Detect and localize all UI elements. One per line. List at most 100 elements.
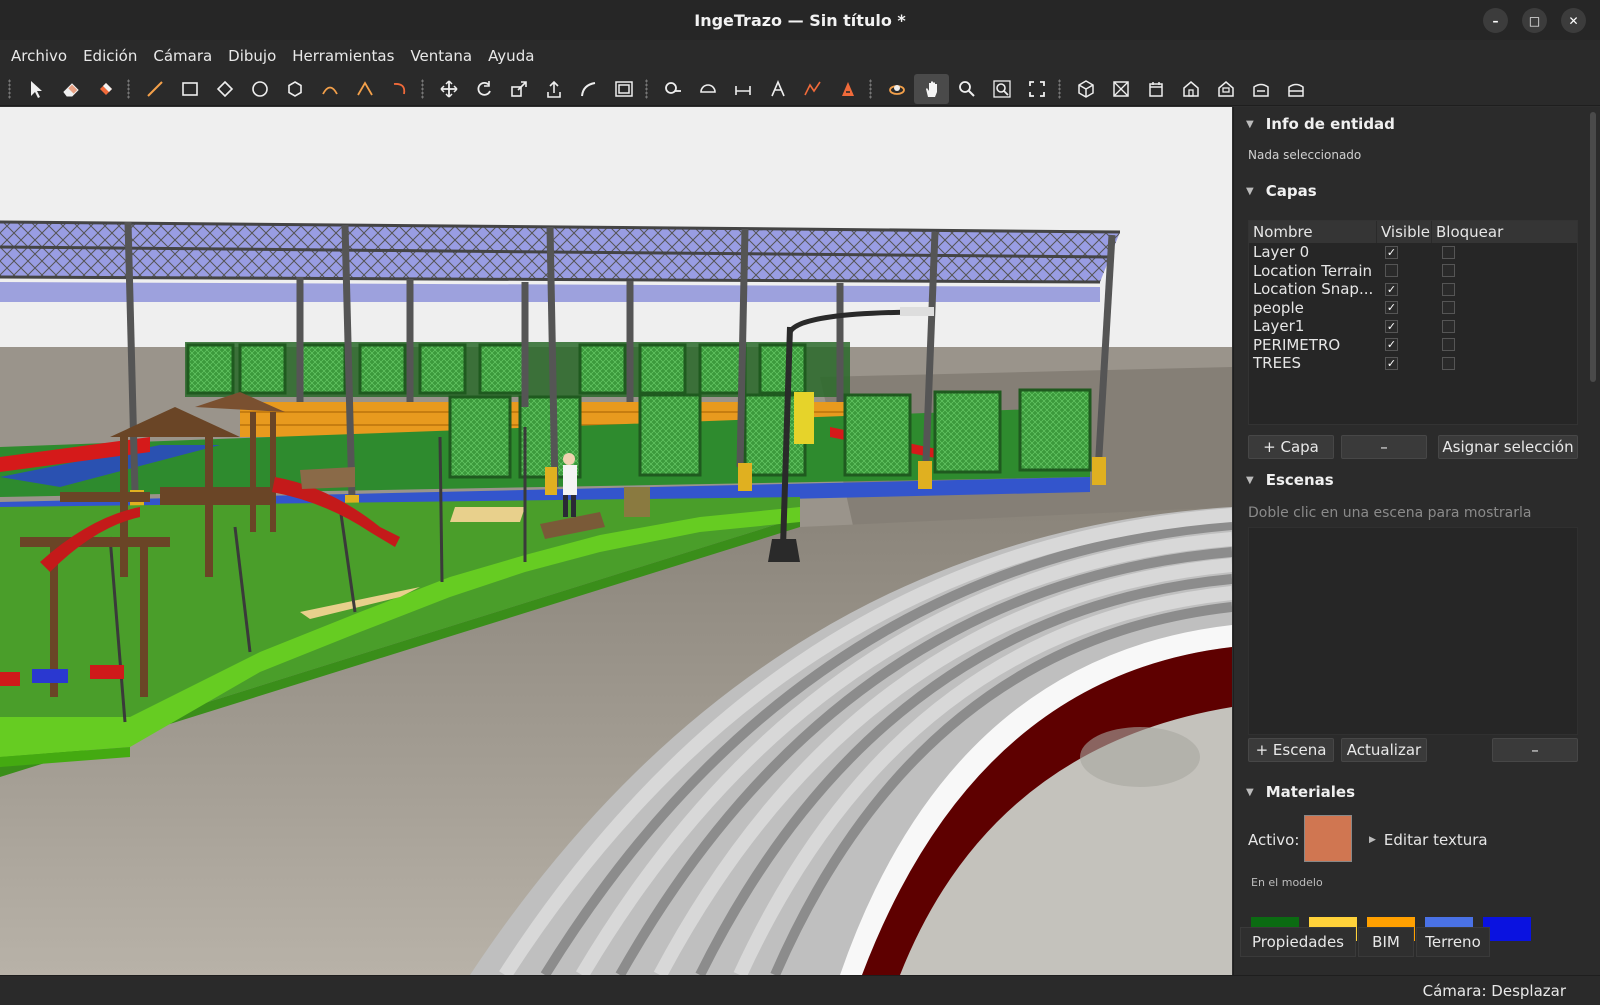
push-pull-icon[interactable]	[536, 74, 571, 104]
column-header-visible[interactable]: Visible	[1377, 221, 1432, 243]
arc-icon[interactable]	[312, 74, 347, 104]
scale-icon[interactable]	[501, 74, 536, 104]
move-icon[interactable]	[431, 74, 466, 104]
layer-row[interactable]: Location Terrain	[1249, 262, 1577, 281]
menu-dibujo[interactable]: Dibujo	[220, 47, 284, 65]
3d-text-icon[interactable]	[830, 74, 865, 104]
toolbar-grip[interactable]	[8, 78, 11, 99]
model-scene[interactable]	[0, 107, 1232, 975]
iso-view-icon[interactable]	[1068, 74, 1103, 104]
rotated-rectangle-icon[interactable]	[207, 74, 242, 104]
add-layer-button[interactable]: + Capa	[1248, 435, 1334, 459]
top-view-icon[interactable]	[1103, 74, 1138, 104]
bottom-view-icon[interactable]	[1278, 74, 1313, 104]
select-icon[interactable]	[18, 74, 53, 104]
update-scene-button[interactable]: Actualizar	[1341, 738, 1427, 762]
tab-terrain[interactable]: Terreno	[1416, 927, 1490, 957]
layers-header[interactable]: ▼ Capas	[1246, 182, 1317, 200]
polygon-icon[interactable]	[277, 74, 312, 104]
paint-bucket-icon[interactable]	[88, 74, 123, 104]
layer-lock-checkbox[interactable]	[1442, 338, 1455, 352]
axes-icon[interactable]	[795, 74, 830, 104]
minimize-button[interactable]: –	[1483, 8, 1508, 33]
edit-texture-toggle[interactable]: ▶ Editar textura	[1369, 831, 1488, 849]
zoom-window-icon[interactable]	[984, 74, 1019, 104]
pie-icon[interactable]	[382, 74, 417, 104]
layer-lock-checkbox[interactable]	[1442, 245, 1455, 259]
offset-icon[interactable]	[606, 74, 641, 104]
menu-edicion[interactable]: Edición	[75, 47, 145, 65]
right-view-icon[interactable]	[1173, 74, 1208, 104]
layer-row[interactable]: Layer1 ✓	[1249, 317, 1577, 336]
layer-lock-checkbox[interactable]	[1442, 356, 1455, 370]
toolbar-grip[interactable]	[1058, 78, 1061, 99]
remove-layer-button[interactable]: –	[1341, 435, 1427, 459]
tab-properties[interactable]: Propiedades	[1240, 927, 1356, 957]
circle-icon[interactable]	[242, 74, 277, 104]
layer-name[interactable]: Location Snap...	[1249, 280, 1377, 298]
layer-visible-checkbox[interactable]: ✓	[1385, 282, 1398, 296]
layer-lock-checkbox[interactable]	[1442, 264, 1455, 278]
zoom-icon[interactable]	[949, 74, 984, 104]
layer-row[interactable]: PERIMETRO ✓	[1249, 336, 1577, 355]
active-material-swatch[interactable]	[1304, 815, 1352, 862]
eraser-icon[interactable]	[53, 74, 88, 104]
layer-name[interactable]: Layer 0	[1249, 243, 1377, 261]
layer-visible-checkbox[interactable]	[1385, 264, 1398, 278]
layer-visible-checkbox[interactable]: ✓	[1385, 338, 1398, 352]
menu-camara[interactable]: Cámara	[145, 47, 220, 65]
menu-herramientas[interactable]: Herramientas	[284, 47, 402, 65]
layer-row[interactable]: Location Snap... ✓	[1249, 280, 1577, 299]
remove-scene-button[interactable]: –	[1492, 738, 1578, 762]
layer-name[interactable]: Layer1	[1249, 317, 1377, 335]
menu-archivo[interactable]: Archivo	[3, 47, 75, 65]
layer-lock-checkbox[interactable]	[1442, 319, 1455, 333]
maximize-button[interactable]: □	[1522, 8, 1547, 33]
toolbar-grip[interactable]	[645, 78, 648, 99]
front-view-icon[interactable]	[1138, 74, 1173, 104]
entity-info-header[interactable]: ▼ Info de entidad	[1246, 115, 1395, 133]
tape-measure-icon[interactable]	[655, 74, 690, 104]
left-view-icon[interactable]	[1243, 74, 1278, 104]
tab-bim[interactable]: BIM	[1358, 927, 1414, 957]
layer-row[interactable]: people ✓	[1249, 299, 1577, 318]
layer-lock-checkbox[interactable]	[1442, 301, 1455, 315]
rotate-icon[interactable]	[466, 74, 501, 104]
rectangle-icon[interactable]	[172, 74, 207, 104]
panel-scrollbar[interactable]	[1590, 112, 1596, 382]
layer-visible-checkbox[interactable]: ✓	[1385, 319, 1398, 333]
layer-row[interactable]: TREES ✓	[1249, 354, 1577, 373]
scenes-header[interactable]: ▼ Escenas	[1246, 471, 1334, 489]
column-header-lock[interactable]: Bloquear	[1432, 221, 1577, 243]
text-icon[interactable]	[760, 74, 795, 104]
material-swatch[interactable]	[1483, 917, 1531, 941]
back-view-icon[interactable]	[1208, 74, 1243, 104]
layer-visible-checkbox[interactable]: ✓	[1385, 301, 1398, 315]
toolbar-grip[interactable]	[869, 78, 872, 99]
orbit-icon[interactable]	[879, 74, 914, 104]
layer-visible-checkbox[interactable]: ✓	[1385, 356, 1398, 370]
materials-header[interactable]: ▼ Materiales	[1246, 783, 1355, 801]
protractor-icon[interactable]	[690, 74, 725, 104]
column-header-name[interactable]: Nombre	[1249, 221, 1377, 243]
toolbar-grip[interactable]	[127, 78, 130, 99]
layer-name[interactable]: Location Terrain	[1249, 262, 1377, 280]
toolbar-grip[interactable]	[421, 78, 424, 99]
close-button[interactable]: ✕	[1561, 8, 1586, 33]
assign-selection-button[interactable]: Asignar selección	[1438, 435, 1578, 459]
dimension-icon[interactable]	[725, 74, 760, 104]
menu-ventana[interactable]: Ventana	[402, 47, 480, 65]
3d-viewport[interactable]	[0, 107, 1232, 975]
layer-visible-checkbox[interactable]: ✓	[1385, 245, 1398, 259]
add-scene-button[interactable]: + Escena	[1248, 738, 1334, 762]
layer-name[interactable]: people	[1249, 299, 1377, 317]
follow-me-icon[interactable]	[571, 74, 606, 104]
line-icon[interactable]	[137, 74, 172, 104]
layer-lock-checkbox[interactable]	[1442, 282, 1455, 296]
pan-icon[interactable]	[914, 73, 949, 104]
zoom-extents-icon[interactable]	[1019, 74, 1054, 104]
scenes-list[interactable]	[1248, 527, 1578, 735]
layer-row[interactable]: Layer 0 ✓	[1249, 243, 1577, 262]
layer-name[interactable]: PERIMETRO	[1249, 336, 1377, 354]
menu-ayuda[interactable]: Ayuda	[480, 47, 542, 65]
